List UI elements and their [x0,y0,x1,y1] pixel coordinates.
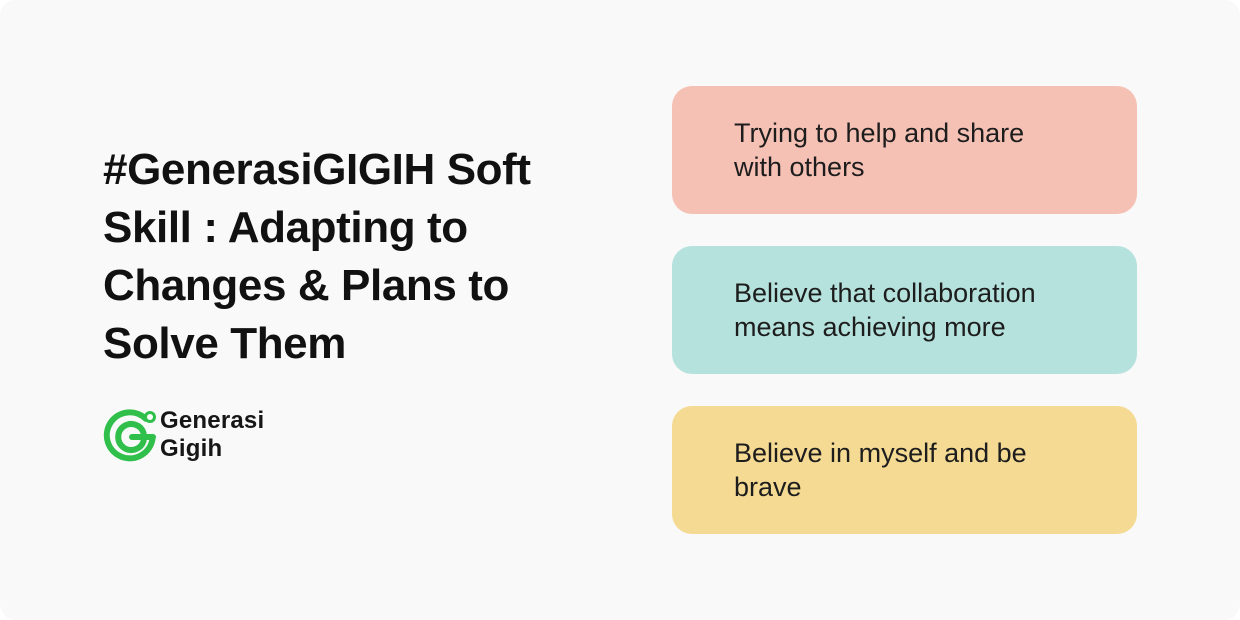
logo-text-line1: Generasi [160,407,265,434]
value-card-text: Trying to help and share with others [734,118,1025,182]
value-card-help-share: Trying to help and share with others [672,86,1137,214]
brand-logo: Generasi Gigih [102,406,264,464]
logo-wordmark: Generasi Gigih [160,407,264,463]
slide-canvas: #GenerasiGIGIH Soft Skill : Adapting to … [0,0,1240,620]
logo-text-line2: Gigih [160,435,223,462]
generasi-gigih-logo-icon [103,409,156,462]
value-card-be-brave: Believe in myself and be brave [672,406,1137,534]
value-card-text: Believe that collaboration means achievi… [734,278,1036,342]
value-card-text: Believe in myself and be brave [734,438,1027,502]
value-card-collaboration: Believe that collaboration means achievi… [672,246,1137,374]
slide-title: #GenerasiGIGIH Soft Skill : Adapting to … [103,145,531,368]
